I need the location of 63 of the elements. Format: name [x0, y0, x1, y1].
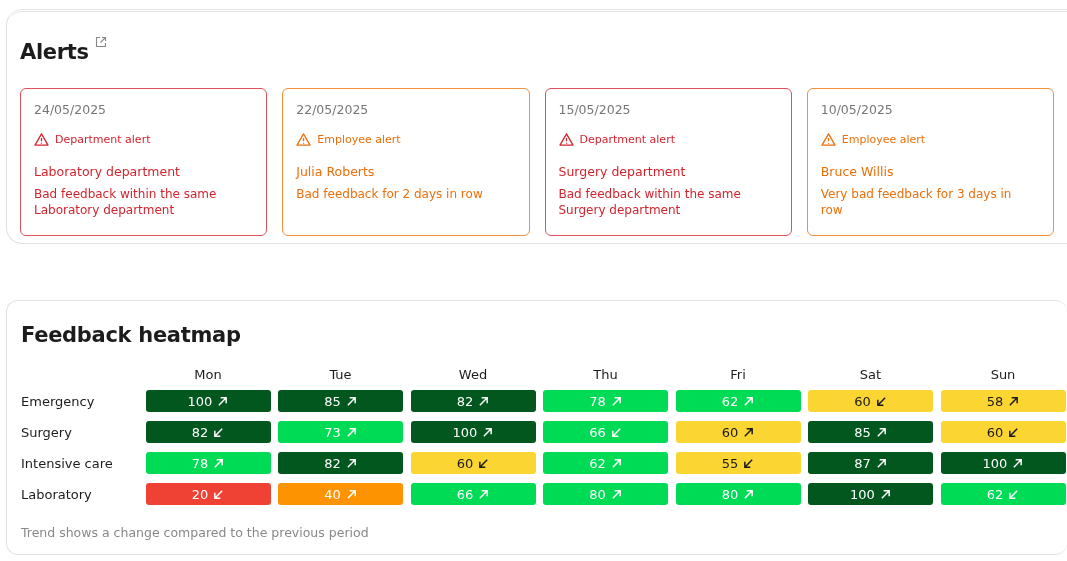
column-header: Mon — [193, 367, 223, 383]
alert-subject: Laboratory department — [34, 164, 181, 179]
heatmap-cell: 58 — [940, 390, 1066, 412]
heatmap-cell: 78 — [145, 452, 271, 474]
heatmap-cell: 62 — [675, 390, 801, 412]
column-header: Thu — [592, 367, 619, 383]
alert-message: Bad feedback for 2 days in row — [296, 186, 484, 202]
alert-type: Department alert — [579, 132, 675, 146]
section-title: Feedback heatmap — [21, 323, 242, 347]
heatmap-cell: 62 — [543, 452, 668, 474]
alert-date: 24/05/2025 — [34, 102, 108, 117]
heatmap-cell: 80 — [543, 483, 668, 505]
footnote: Trend shows a change compared to the previous period — [21, 525, 370, 540]
heatmap-cell: 60 — [940, 421, 1066, 443]
column-header: Sat — [858, 367, 883, 383]
heatmap-cell: 82 — [145, 421, 271, 443]
heatmap-cell: 66 — [543, 421, 668, 443]
warning-icon — [296, 132, 312, 146]
heatmap-cell: 40 — [278, 483, 403, 505]
warning-icon — [820, 132, 836, 146]
column-header: Tue — [328, 367, 353, 383]
heatmap-cell: 100 — [145, 390, 271, 412]
heatmap-cell: 62 — [940, 483, 1066, 505]
row-label: Laboratory — [21, 485, 93, 504]
heatmap-cell: 66 — [410, 483, 536, 505]
heatmap-cell: 60 — [410, 452, 536, 474]
heatmap-cell: 100 — [940, 452, 1066, 474]
alert-subject: Bruce Willis — [820, 164, 895, 179]
alert-message: Bad feedback within the same Laboratory department — [34, 186, 218, 218]
column-header: Sun — [989, 367, 1017, 383]
alert-message: Bad feedback within the same Surgery department — [558, 186, 742, 218]
row-label: Surgery — [21, 423, 73, 442]
heatmap-cell: 73 — [278, 421, 403, 443]
alert-subject: Surgery department — [558, 164, 687, 179]
alert-date: 10/05/2025 — [820, 102, 894, 117]
alert-date: 22/05/2025 — [296, 102, 370, 117]
heatmap-cell: 87 — [808, 452, 933, 474]
heatmap-cell: 78 — [543, 390, 668, 412]
heatmap-cell: 85 — [808, 421, 933, 443]
heatmap-cell: 60 — [808, 390, 933, 412]
alert-subject: Julia Roberts — [296, 164, 376, 179]
heatmap-cell: 20 — [145, 483, 271, 505]
column-header: Wed — [457, 367, 489, 383]
heatmap-cell: 100 — [808, 483, 933, 505]
row-label: Emergency — [21, 392, 96, 411]
heatmap-cell: 55 — [675, 452, 801, 474]
warning-icon — [34, 132, 49, 146]
alert-message: Very bad feedback for 3 days in row — [820, 186, 1013, 218]
heatmap-cell: 80 — [675, 483, 801, 505]
heatmap-cell: 100 — [410, 421, 536, 443]
row-label: Intensive care — [21, 454, 114, 473]
heatmap-cell: 85 — [278, 390, 403, 412]
alert-type: Employee alert — [317, 132, 401, 146]
heatmap-cell: 60 — [675, 421, 801, 443]
heatmap-cell: 82 — [410, 390, 536, 412]
alert-type: Employee alert — [841, 132, 926, 146]
section-title: Alerts — [20, 40, 89, 64]
external-link-icon[interactable] — [94, 36, 107, 48]
alert-date: 15/05/2025 — [558, 102, 632, 117]
column-header: Fri — [729, 367, 747, 383]
heatmap-cell: 82 — [278, 452, 403, 474]
alert-type: Department alert — [55, 132, 151, 146]
warning-icon — [558, 132, 574, 146]
